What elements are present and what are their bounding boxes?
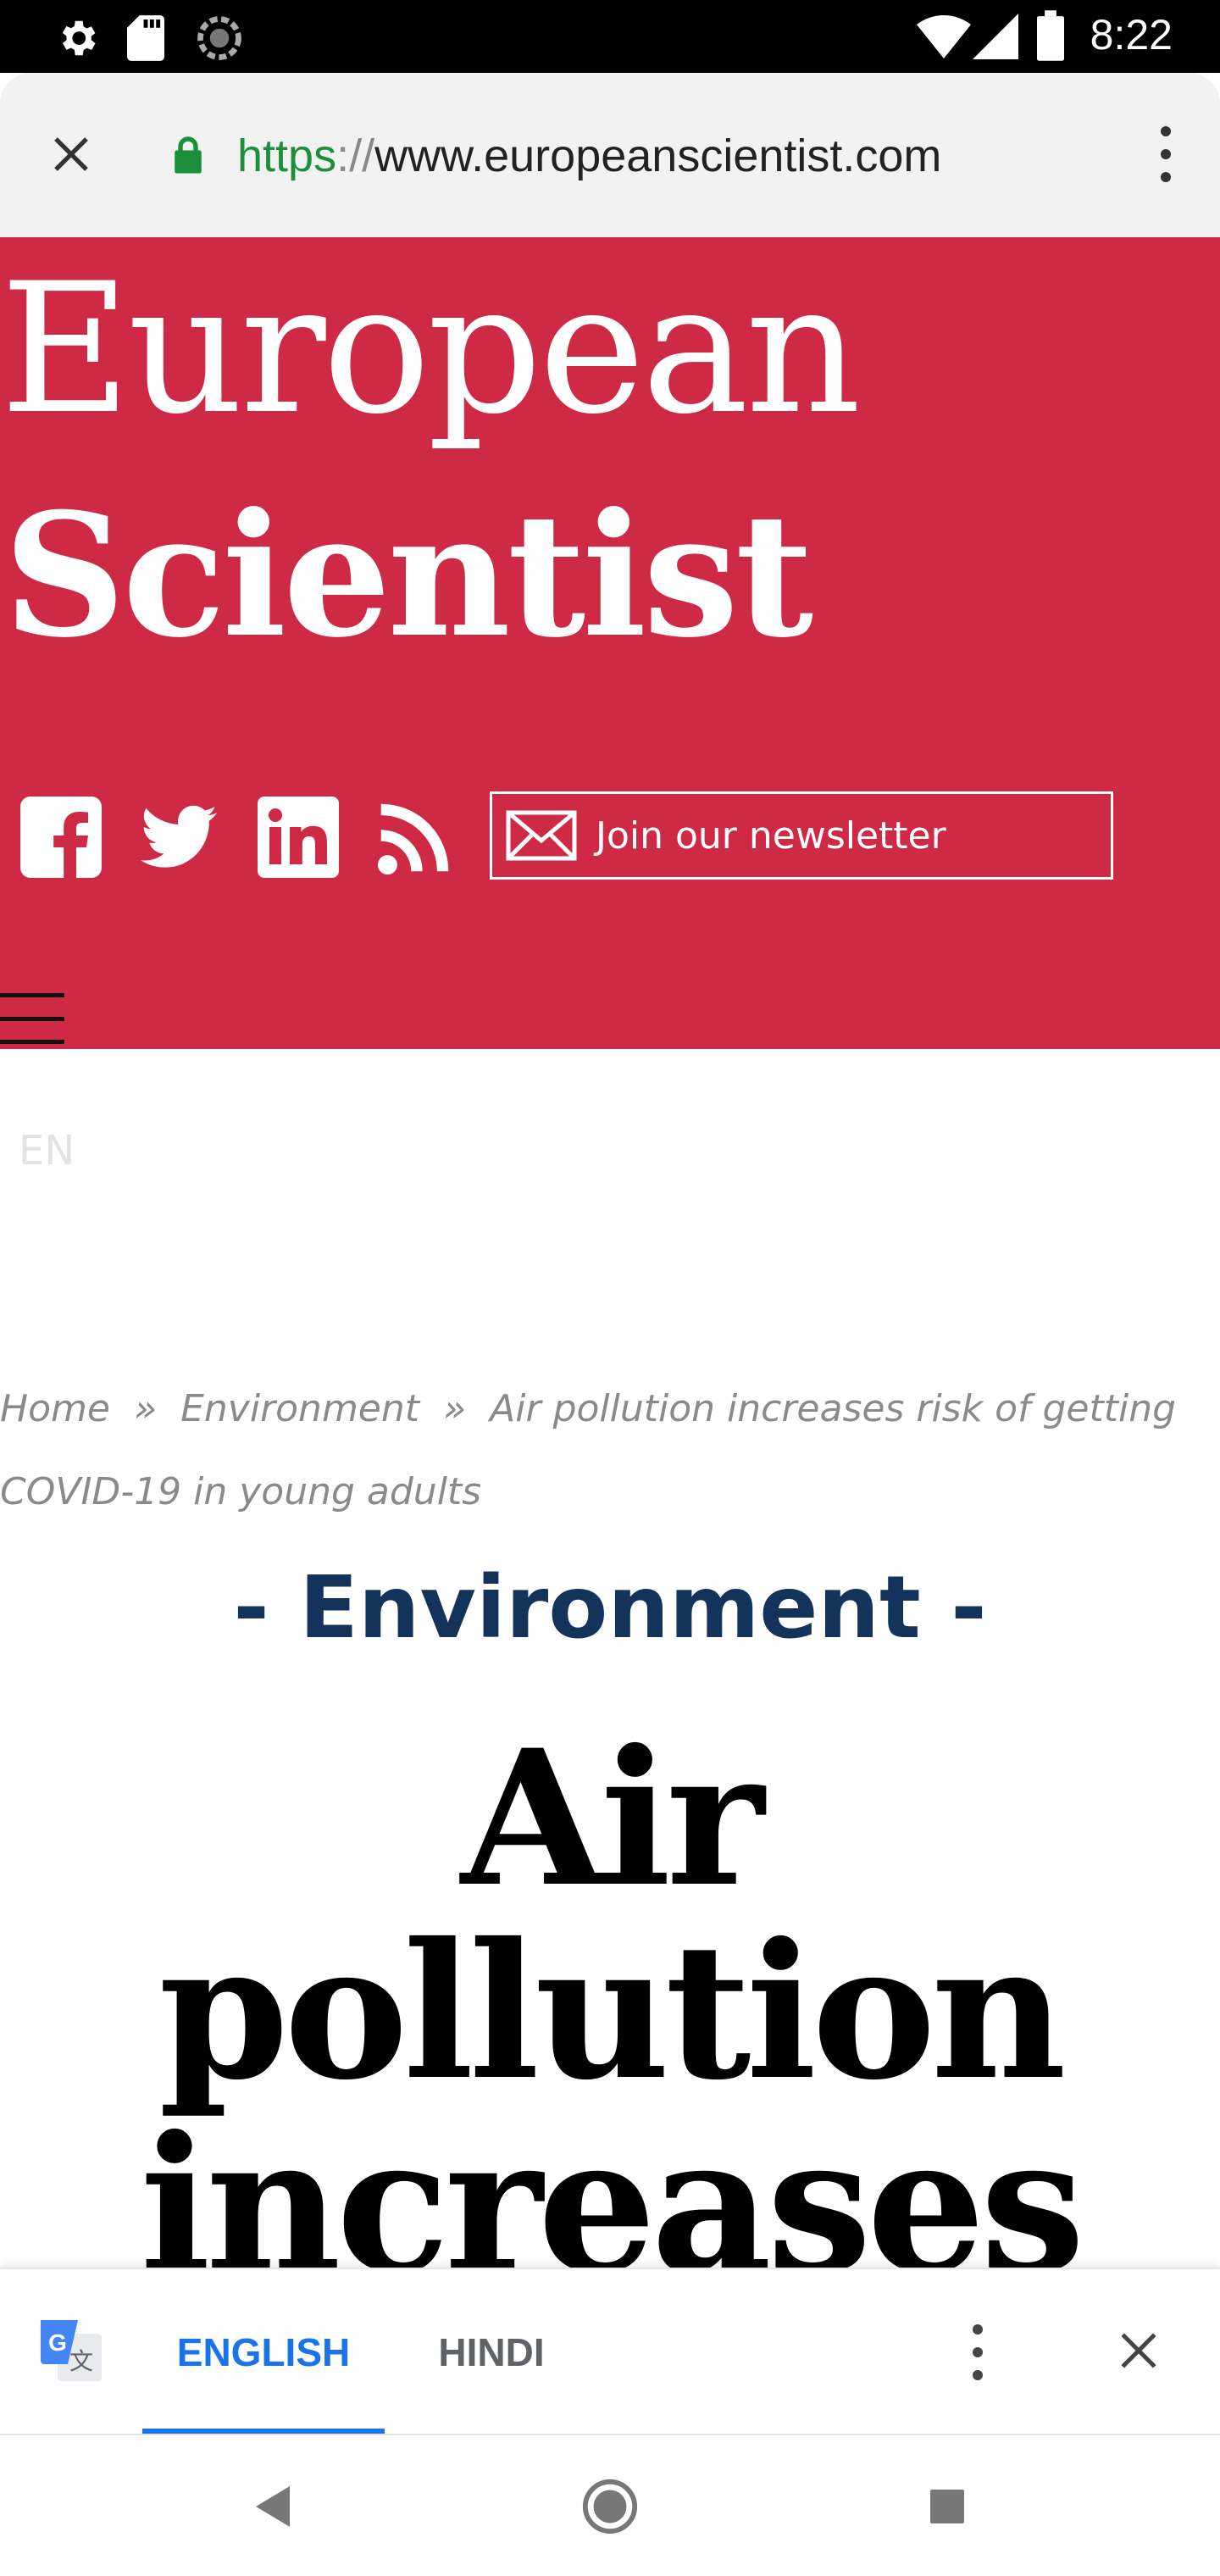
translate-bar: 文 G ENGLISH HINDI xyxy=(0,2268,1220,2434)
breadcrumb-current: Air pollution increases risk of getting … xyxy=(0,1387,1177,1513)
breadcrumb-separator: » xyxy=(133,1387,158,1430)
article-category[interactable]: - Environment - xyxy=(0,1557,1220,1658)
translate-close-button[interactable] xyxy=(1108,2320,1169,2381)
battery-icon xyxy=(1037,10,1064,65)
url-separator: :// xyxy=(336,130,375,181)
hamburger-menu-button[interactable] xyxy=(0,993,64,1044)
url-scheme: https xyxy=(237,130,337,181)
recents-icon xyxy=(930,2490,964,2523)
url-bar[interactable]: https://www.europeanscientist.com xyxy=(173,125,941,186)
site-logo-line2[interactable]: Scientist xyxy=(3,491,813,661)
lock-icon xyxy=(173,135,203,178)
breadcrumb-separator: » xyxy=(443,1387,467,1430)
twitter-icon[interactable] xyxy=(141,797,217,882)
newsletter-label: Join our newsletter xyxy=(596,813,946,858)
close-icon xyxy=(1121,2333,1156,2368)
breadcrumb-home[interactable]: Home xyxy=(0,1387,110,1430)
linkedin-icon[interactable] xyxy=(258,797,339,882)
sync-icon xyxy=(197,15,242,65)
svg-text:文: 文 xyxy=(69,2347,93,2375)
browser-menu-button[interactable] xyxy=(1145,120,1186,188)
home-button[interactable] xyxy=(576,2473,644,2540)
status-bar: 8:22 xyxy=(0,0,1220,73)
tab-hindi[interactable]: HINDI xyxy=(424,2269,559,2435)
recents-button[interactable] xyxy=(913,2473,981,2540)
newsletter-button[interactable]: Join our newsletter xyxy=(490,791,1113,880)
browser-toolbar: https://www.europeanscientist.com xyxy=(0,73,1220,237)
google-translate-icon: 文 G xyxy=(37,2317,105,2389)
breadcrumb: Home » Environment » Air pollution increases… xyxy=(0,1368,1203,1534)
settings-icon xyxy=(54,15,100,65)
article-headline-container: Air pollution increases risk of getting xyxy=(0,1722,1220,2271)
more-vert-icon xyxy=(1161,126,1171,137)
close-tab-button[interactable] xyxy=(41,124,102,185)
rss-icon[interactable] xyxy=(376,797,454,882)
back-button[interactable] xyxy=(239,2473,307,2540)
svg-text:G: G xyxy=(48,2329,67,2356)
tab-english[interactable]: ENGLISH xyxy=(142,2269,385,2435)
more-vert-icon xyxy=(973,2324,983,2335)
site-header: European Scientist Join our newsletter xyxy=(0,237,1220,1049)
envelope-icon xyxy=(506,810,577,861)
close-icon xyxy=(54,137,88,171)
facebook-icon[interactable] xyxy=(20,797,102,882)
back-icon xyxy=(256,2486,290,2527)
sd-card-icon xyxy=(127,15,164,65)
hamburger-icon xyxy=(0,993,64,997)
url-text: https://www.europeanscientist.com xyxy=(237,130,941,182)
site-logo-line1[interactable]: European xyxy=(0,259,861,439)
url-host: www.europeanscientist.com xyxy=(374,130,942,181)
signal-icon xyxy=(973,14,1018,64)
status-time: 8:22 xyxy=(1090,11,1173,58)
breadcrumb-environment[interactable]: Environment xyxy=(180,1387,419,1430)
article-headline: Air pollution increases risk of getting xyxy=(140,1722,1085,2271)
translate-menu-button[interactable] xyxy=(961,2318,995,2386)
home-icon xyxy=(582,2479,638,2534)
language-switcher[interactable]: EN xyxy=(19,1127,75,1174)
system-nav-bar xyxy=(0,2434,1220,2576)
wifi-icon xyxy=(917,14,971,64)
